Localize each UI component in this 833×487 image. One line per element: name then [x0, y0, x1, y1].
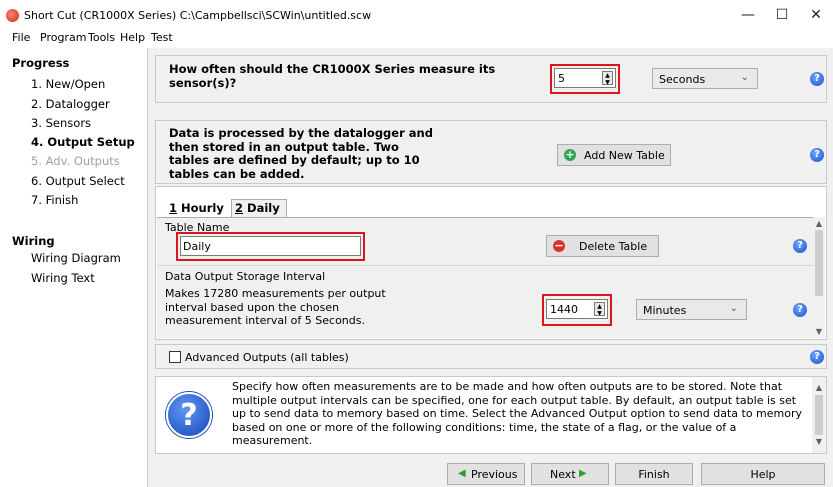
delete-table-button[interactable]: − Delete Table	[546, 235, 659, 257]
previous-label: Previous	[471, 468, 518, 481]
tables-info-panel: Data is processed by the datalogger and …	[155, 120, 827, 184]
tab-daily-label: Daily	[247, 201, 280, 215]
menu-tools[interactable]: Tools	[88, 31, 115, 44]
menu-test[interactable]: Test	[151, 31, 173, 44]
menu-file[interactable]: File	[12, 31, 30, 44]
tab-daily-number: 2	[235, 201, 244, 215]
help-text-scrollbar[interactable]: ▲ ▼	[812, 377, 826, 453]
table-name-value: Daily	[183, 240, 211, 253]
tab-daily[interactable]: 2 Daily	[231, 199, 287, 218]
interval-description: Makes 17280 measurements per output inte…	[165, 287, 386, 327]
sidebar-step-output-select[interactable]: 6. Output Select	[31, 174, 125, 188]
measure-interval-stepper[interactable]: 5 ▲ ▼	[554, 68, 616, 88]
scroll-down-icon[interactable]: ▼	[813, 327, 825, 336]
scroll-up-icon[interactable]: ▲	[812, 383, 826, 392]
help-icon[interactable]: ?	[810, 72, 824, 86]
divider	[157, 265, 813, 266]
tab-hourly[interactable]: 1 Hourly	[169, 201, 224, 215]
window-title: Short Cut (CR1000X Series) C:\Campbellsc…	[24, 9, 372, 22]
advanced-outputs-label[interactable]: Advanced Outputs (all tables)	[185, 351, 349, 364]
title-bar: Short Cut (CR1000X Series) C:\Campbellsc…	[0, 0, 833, 31]
tab-hourly-label: Hourly	[181, 201, 224, 215]
help-button[interactable]: Help	[701, 463, 825, 485]
tables-info-text: Data is processed by the datalogger and …	[169, 126, 433, 181]
interval-value: 1440	[550, 303, 578, 316]
menu-bar: File Program Tools Help Test	[0, 31, 833, 47]
scroll-down-icon[interactable]: ▼	[812, 437, 826, 446]
help-icon[interactable]: ?	[793, 239, 807, 253]
finish-label: Finish	[638, 468, 670, 481]
previous-button[interactable]: ◀ Previous	[447, 463, 525, 485]
sidebar-wiring-text[interactable]: Wiring Text	[31, 271, 95, 285]
help-text: Specify how often measurements are to be…	[232, 380, 803, 447]
daily-tab-content: Table Name Daily − Delete Table ? Data O…	[157, 217, 813, 338]
next-button[interactable]: Next ▶	[531, 463, 609, 485]
progress-sidebar: Progress 1. New/Open 2. Datalogger 3. Se…	[0, 48, 147, 487]
interval-group-label: Data Output Storage Interval	[165, 270, 326, 283]
next-label: Next	[550, 468, 576, 481]
measure-interval-panel: How often should the CR1000X Series meas…	[155, 55, 827, 103]
add-new-table-label: Add New Table	[584, 149, 665, 162]
sidebar-step-datalogger[interactable]: 2. Datalogger	[31, 97, 110, 111]
advanced-outputs-checkbox[interactable]	[169, 351, 181, 363]
chevron-down-icon: ⌄	[729, 303, 738, 314]
interval-unit-select[interactable]: Minutes ⌄	[636, 299, 747, 320]
progress-heading: Progress	[12, 56, 70, 70]
help-question-icon: ?	[166, 392, 212, 438]
sidebar-step-output-setup[interactable]: 4. Output Setup	[31, 135, 135, 149]
menu-help[interactable]: Help	[120, 31, 145, 44]
minimize-button[interactable]: —	[734, 4, 762, 26]
table-name-input[interactable]: Daily	[180, 236, 361, 256]
sidebar-wiring-diagram[interactable]: Wiring Diagram	[31, 251, 121, 265]
sidebar-step-new-open[interactable]: 1. New/Open	[31, 77, 105, 91]
scroll-thumb[interactable]	[815, 395, 823, 435]
finish-button[interactable]: Finish	[615, 463, 693, 485]
add-new-table-button[interactable]: + Add New Table	[557, 144, 671, 166]
scroll-up-icon[interactable]: ▲	[813, 219, 825, 228]
tab-hourly-number: 1	[169, 201, 178, 215]
help-text-panel: ? Specify how often measurements are to …	[155, 376, 827, 454]
help-icon[interactable]: ?	[793, 303, 807, 317]
interval-unit-value: Minutes	[643, 304, 687, 317]
help-icon[interactable]: ?	[810, 148, 824, 162]
menu-program[interactable]: Program	[40, 31, 86, 44]
arrow-left-icon: ◀	[458, 468, 466, 479]
help-label: Help	[750, 468, 776, 481]
scroll-thumb[interactable]	[815, 230, 823, 296]
add-icon: +	[564, 148, 576, 161]
interval-stepper[interactable]: 1440 ▲ ▼	[546, 299, 608, 319]
wiring-heading: Wiring	[12, 234, 55, 248]
delete-icon: −	[553, 239, 565, 252]
spinner-arrows-icon[interactable]: ▲ ▼	[602, 71, 613, 86]
sidebar-step-adv-outputs: 5. Adv. Outputs	[31, 154, 120, 168]
advanced-outputs-panel: Advanced Outputs (all tables) ?	[155, 344, 827, 369]
sidebar-step-finish[interactable]: 7. Finish	[31, 193, 78, 207]
chevron-down-icon: ⌄	[740, 72, 749, 83]
arrow-right-icon: ▶	[579, 468, 587, 479]
measure-unit-select[interactable]: Seconds ⌄	[652, 68, 758, 89]
sidebar-step-sensors[interactable]: 3. Sensors	[31, 116, 91, 130]
close-button[interactable]: ✕	[802, 4, 830, 26]
help-icon[interactable]: ?	[810, 350, 824, 364]
maximize-button[interactable]: ☐	[768, 4, 796, 26]
delete-table-label: Delete Table	[579, 240, 648, 253]
measure-unit-value: Seconds	[659, 73, 706, 86]
measure-question: How often should the CR1000X Series meas…	[169, 62, 496, 90]
spinner-arrows-icon[interactable]: ▲ ▼	[594, 302, 605, 317]
tab-content-scrollbar[interactable]: ▲ ▼	[813, 217, 825, 338]
measure-interval-value: 5	[558, 72, 565, 85]
app-icon	[6, 9, 19, 22]
